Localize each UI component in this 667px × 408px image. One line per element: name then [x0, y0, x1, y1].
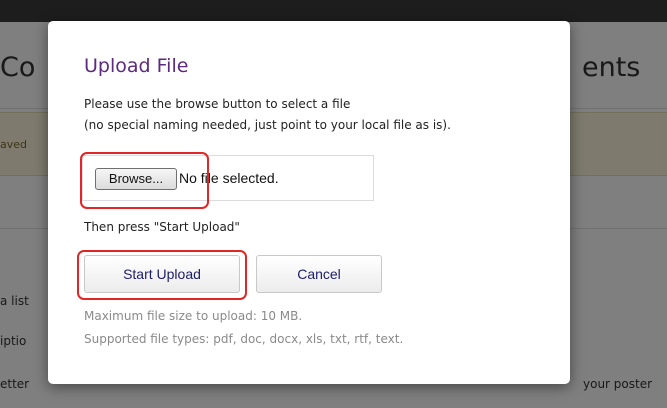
max-file-size-note: Maximum file size to upload: 10 MB. — [84, 309, 303, 323]
instruction-line-1: Please use the browse button to select a… — [84, 97, 351, 111]
browse-highlight-box — [80, 152, 209, 209]
dialog-title: Upload File — [84, 55, 189, 77]
upload-file-dialog: Upload File Please use the browse button… — [48, 21, 570, 384]
instruction-line-2: (no special naming needed, just point to… — [84, 118, 451, 132]
supported-file-types-note: Supported file types: pdf, doc, docx, xl… — [84, 332, 404, 346]
then-press-instruction: Then press "Start Upload" — [84, 220, 240, 234]
cancel-button[interactable]: Cancel — [256, 255, 382, 293]
start-upload-highlight-box — [77, 250, 247, 300]
